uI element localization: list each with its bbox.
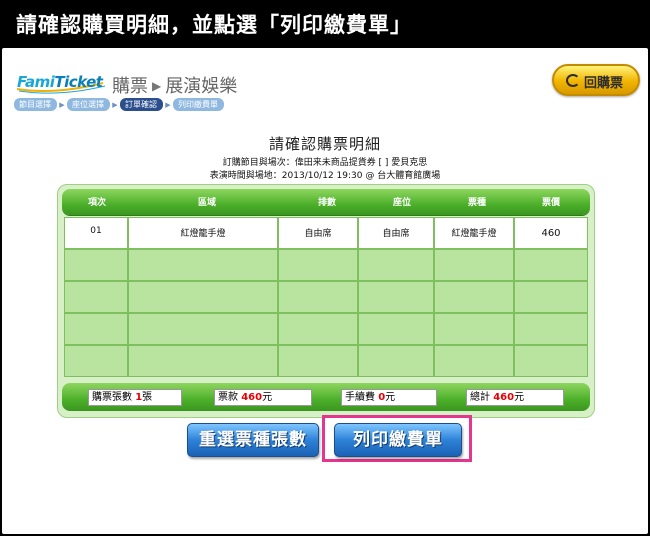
- order-detail-panel: 項次 區域 排數 座位 票種 票價 01 紅燈籠手燈 自由席 自由席 紅燈籠手燈 460 …: [57, 184, 595, 418]
- table-cell: 460: [514, 217, 588, 249]
- table-cell: 01: [64, 217, 128, 249]
- table-cell: [514, 281, 588, 313]
- progress-steps: 節目選擇 ▶ 座位選擇 ▶ 訂單確認 ▶ 列印繳費單: [14, 98, 224, 111]
- table-cell: 自由席: [358, 217, 434, 249]
- step-print-slip: 列印繳費單: [173, 98, 224, 111]
- table-cell: [434, 281, 514, 313]
- famiticket-logo: FamiTicket: [15, 69, 107, 95]
- header-ticket-type: 票種: [467, 198, 486, 208]
- instruction-banner: 請確認購買明細，並點選「列印繳費單」: [0, 0, 650, 48]
- header-item-no: 項次: [87, 198, 106, 208]
- ticket-price-box: 票款 460元: [214, 389, 312, 406]
- order-summary: 購票張數 1張 票款 460元 手續費 0元 總計 460元: [62, 383, 590, 411]
- print-payment-slip-button[interactable]: 列印繳費單: [334, 423, 462, 457]
- step-seat-select: 座位選擇: [67, 98, 110, 111]
- table-cell: [64, 313, 128, 345]
- total-value: 460: [493, 392, 515, 403]
- back-button-label: 回購票: [584, 76, 624, 91]
- table-cell: [278, 313, 358, 345]
- cell-area: 紅燈籠手燈: [180, 229, 226, 239]
- table-cell: [128, 313, 278, 345]
- reselect-ticket-button[interactable]: 重選票種張數: [187, 423, 319, 457]
- cell-seat: 自由席: [382, 229, 410, 239]
- table-cell: [358, 313, 434, 345]
- step-arrow-icon: ▶: [59, 100, 65, 109]
- table-cell: [358, 345, 434, 377]
- header-seat: 座位: [392, 198, 411, 208]
- table-header: 項次 區域 排數 座位 票種 票價: [62, 189, 590, 215]
- back-to-purchase-button[interactable]: 回購票: [552, 64, 640, 96]
- order-table: 01 紅燈籠手燈 自由席 自由席 紅燈籠手燈 460: [64, 217, 588, 377]
- table-cell: [128, 249, 278, 281]
- kiosk-screen: FamiTicket 購票 ▶ 展演娛樂 節目選擇 ▶ 座位選擇 ▶ 訂單確認 ▶ …: [2, 48, 648, 534]
- table-cell: [358, 281, 434, 313]
- table-cell: [434, 345, 514, 377]
- program-info: 訂購節目與場次：偉田来未商品提貨券 [ ] 愛貝克思: [222, 158, 428, 168]
- step-program-select: 節目選擇: [14, 98, 57, 111]
- table-cell: [64, 345, 128, 377]
- table-cell: [514, 345, 588, 377]
- header-price: 票價: [541, 198, 560, 208]
- table-cell: [128, 281, 278, 313]
- venue-info: 表演時間與場地：2013/10/12 19:30 @ 台大體育館廣場: [209, 171, 441, 181]
- ticket-count-box: 購票張數 1張: [88, 389, 182, 406]
- handling-fee-box: 手續費 0元: [341, 389, 437, 406]
- step-arrow-icon: ▶: [165, 100, 171, 109]
- table-cell: [358, 249, 434, 281]
- table-cell: 紅燈籠手燈: [434, 217, 514, 249]
- step-order-confirm: 訂單確認: [120, 98, 163, 111]
- breadcrumb-category: 展演娛樂: [165, 76, 238, 97]
- table-cell: [128, 345, 278, 377]
- cell-row: 自由席: [304, 229, 332, 239]
- cell-item-no: 01: [90, 226, 102, 236]
- table-cell: [64, 249, 128, 281]
- cell-price: 460: [541, 228, 561, 239]
- page-title: 請確認購票明細: [268, 135, 381, 153]
- table-cell: [278, 345, 358, 377]
- return-icon: [566, 74, 580, 87]
- table-cell: [64, 281, 128, 313]
- cell-ticket-type: 紅燈籠手燈: [451, 229, 497, 239]
- header-row: 排數: [317, 198, 336, 208]
- table-cell: [278, 281, 358, 313]
- instruction-text: 請確認購買明細，並點選「列印繳費單」: [16, 13, 412, 37]
- table-cell: 紅燈籠手燈: [128, 217, 278, 249]
- step-arrow-icon: ▶: [112, 100, 118, 109]
- table-cell: [434, 313, 514, 345]
- table-cell: [514, 249, 588, 281]
- ticket-price-value: 460: [241, 392, 263, 403]
- section-breadcrumb: 購票 ▶ 展演娛樂: [112, 72, 237, 98]
- table-cell: [434, 249, 514, 281]
- table-cell: [278, 249, 358, 281]
- breadcrumb-arrow-icon: ▶: [152, 79, 162, 93]
- total-box: 總計 460元: [466, 389, 564, 406]
- table-cell: [514, 313, 588, 345]
- header-area: 區域: [197, 198, 216, 208]
- table-cell: 自由席: [278, 217, 358, 249]
- logo-text: FamiTicket: [17, 73, 103, 91]
- breadcrumb-purchase: 購票: [112, 76, 148, 97]
